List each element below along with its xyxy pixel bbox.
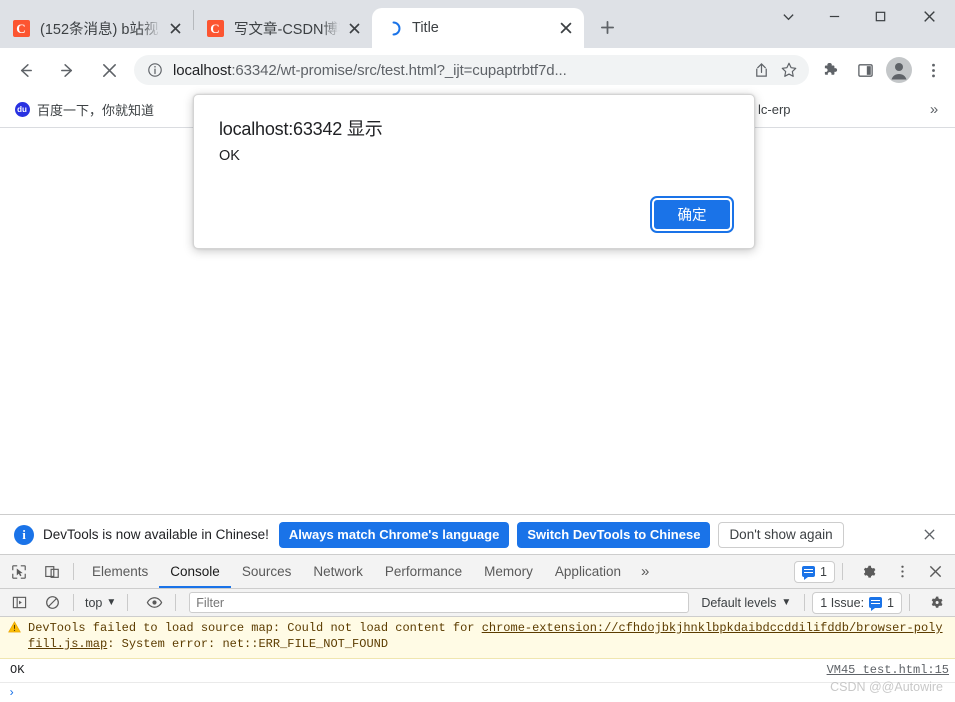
console-output: DevTools failed to load source map: Coul… (0, 617, 955, 702)
devtools-tab-sources[interactable]: Sources (231, 555, 303, 588)
console-sidebar-icon[interactable] (5, 589, 33, 617)
bookmark-item-baidu[interactable]: du 百度一下，你就知道 (6, 97, 162, 123)
chevron-down-icon: ▼ (781, 597, 792, 608)
devtools-tabs-overflow-button[interactable]: » (632, 555, 658, 588)
baidu-icon-letter: du (14, 102, 30, 117)
dialog-message: OK (219, 148, 240, 164)
console-log-message[interactable]: OK VM45 test.html:15 (0, 659, 955, 683)
new-tab-button[interactable] (590, 10, 624, 44)
banner-text: DevTools is now available in Chinese! (43, 527, 269, 542)
csdn-icon-letter: C (12, 19, 30, 37)
devtools-tab-application[interactable]: Application (544, 555, 632, 588)
window-close-button[interactable] (903, 0, 955, 32)
live-expression-icon[interactable] (140, 589, 168, 617)
prompt-caret-icon: › (8, 686, 16, 700)
devtools-close-icon[interactable] (921, 558, 949, 586)
device-toolbar-icon[interactable] (38, 558, 66, 586)
share-icon[interactable] (747, 56, 775, 84)
url-host: localhost (173, 61, 232, 79)
tab-title: Title (412, 20, 439, 36)
minimize-button[interactable] (811, 0, 857, 32)
devtools-tab-memory[interactable]: Memory (473, 555, 544, 588)
url-text: localhost:63342/wt-promise/src/test.html… (173, 62, 747, 79)
baidu-icon: du (14, 102, 30, 118)
url-path: :63342/wt-promise/src/test.html?_ijt=cup… (231, 61, 567, 79)
inspect-element-icon[interactable] (5, 558, 33, 586)
bookmarks-overflow-button[interactable]: » (923, 98, 945, 122)
warning-text-after: : System error: net::ERR_FILE_NOT_FOUND (107, 637, 389, 651)
dont-show-again-button[interactable]: Don't show again (718, 521, 844, 548)
loading-spinner-icon (384, 19, 402, 37)
switch-to-chinese-button[interactable]: Switch DevTools to Chinese (517, 521, 711, 548)
csdn-icon-letter: C (206, 19, 224, 37)
profile-avatar-icon[interactable] (883, 54, 915, 86)
tab-strip: C (152条消息) b站视 C 写文章-CSDN博客 Title (0, 0, 955, 48)
devtools-panel: i DevTools is now available in Chinese! … (0, 514, 955, 702)
puzzle-icon[interactable] (815, 54, 847, 86)
devtools-tab-console[interactable]: Console (159, 555, 231, 588)
console-filter-input[interactable]: Filter (189, 592, 690, 613)
message-count: 1 (820, 564, 827, 579)
csdn-icon: C (206, 19, 224, 37)
console-warning-text: DevTools failed to load source map: Coul… (28, 620, 949, 652)
console-toolbar: top ▼ Filter Default levels ▼ 1 Issue: 1 (0, 589, 955, 617)
warning-triangle-icon (8, 621, 22, 633)
execution-context-value: top (85, 595, 103, 610)
log-levels-selector[interactable]: Default levels ▼ (695, 596, 797, 610)
browser-tab-1[interactable]: C (152条消息) b站视 (0, 8, 193, 48)
console-warning-message[interactable]: DevTools failed to load source map: Coul… (0, 617, 955, 659)
info-icon[interactable] (146, 61, 164, 79)
three-dot-menu-icon[interactable] (917, 54, 949, 86)
chevron-down-icon: ▼ (106, 597, 117, 608)
console-log-text: OK (10, 663, 25, 677)
issues-chip[interactable]: 1 Issue: 1 (812, 591, 902, 614)
devtools-language-banner: i DevTools is now available in Chinese! … (0, 515, 955, 555)
close-icon[interactable] (919, 525, 939, 545)
warning-text-before: DevTools failed to load source map: Coul… (28, 621, 482, 635)
devtools-tab-bar: Elements Console Sources Network Perform… (0, 555, 955, 589)
bookmark-label: lc-erp (758, 102, 791, 117)
csdn-icon: C (12, 19, 30, 37)
back-button[interactable] (8, 53, 42, 87)
browser-tab-2[interactable]: C 写文章-CSDN博客 (194, 8, 372, 48)
console-log-source-link[interactable]: VM45 test.html:15 (817, 662, 949, 678)
filter-placeholder: Filter (196, 595, 225, 610)
devtools-tab-performance[interactable]: Performance (374, 555, 473, 588)
dialog-ok-button[interactable]: 确定 (650, 196, 734, 233)
tab-title: 写文章-CSDN博客 (234, 21, 340, 38)
maximize-button[interactable] (857, 0, 903, 32)
log-levels-value: Default levels (701, 595, 777, 610)
star-icon[interactable] (775, 56, 803, 84)
browser-toolbar: localhost:63342/wt-promise/src/test.html… (0, 48, 955, 92)
gear-icon[interactable] (922, 589, 950, 617)
info-icon: i (14, 524, 34, 545)
chevron-down-icon[interactable] (765, 0, 811, 32)
address-bar[interactable]: localhost:63342/wt-promise/src/test.html… (134, 55, 809, 85)
gear-icon[interactable] (855, 558, 883, 586)
message-bubble-icon (802, 566, 816, 580)
stop-loading-button[interactable] (92, 53, 126, 87)
devtools-tab-elements[interactable]: Elements (81, 555, 159, 588)
console-prompt[interactable]: › (0, 683, 955, 700)
message-bubble-icon (869, 597, 883, 611)
javascript-alert-dialog: localhost:63342 显示 OK 确定 (193, 94, 755, 249)
window-controls (765, 0, 955, 48)
clear-console-icon[interactable] (38, 589, 66, 617)
issues-count: 1 (887, 595, 894, 610)
execution-context-selector[interactable]: top ▼ (81, 592, 120, 614)
bookmark-label: 百度一下，你就知道 (37, 103, 155, 118)
side-panel-icon[interactable] (849, 54, 881, 86)
close-icon[interactable] (556, 18, 576, 38)
browser-tab-3-active[interactable]: Title (372, 8, 584, 48)
devtools-tab-network[interactable]: Network (302, 555, 374, 588)
always-match-language-button[interactable]: Always match Chrome's language (278, 521, 510, 548)
message-count-chip[interactable]: 1 (794, 560, 835, 583)
three-dot-menu-icon[interactable] (888, 558, 916, 586)
close-icon[interactable] (344, 18, 364, 38)
tab-title: (152条消息) b站视 (40, 21, 159, 38)
issues-label: 1 Issue: (820, 595, 865, 610)
forward-button[interactable] (50, 53, 84, 87)
dialog-title: localhost:63342 显示 (219, 119, 383, 139)
close-icon[interactable] (165, 18, 185, 38)
